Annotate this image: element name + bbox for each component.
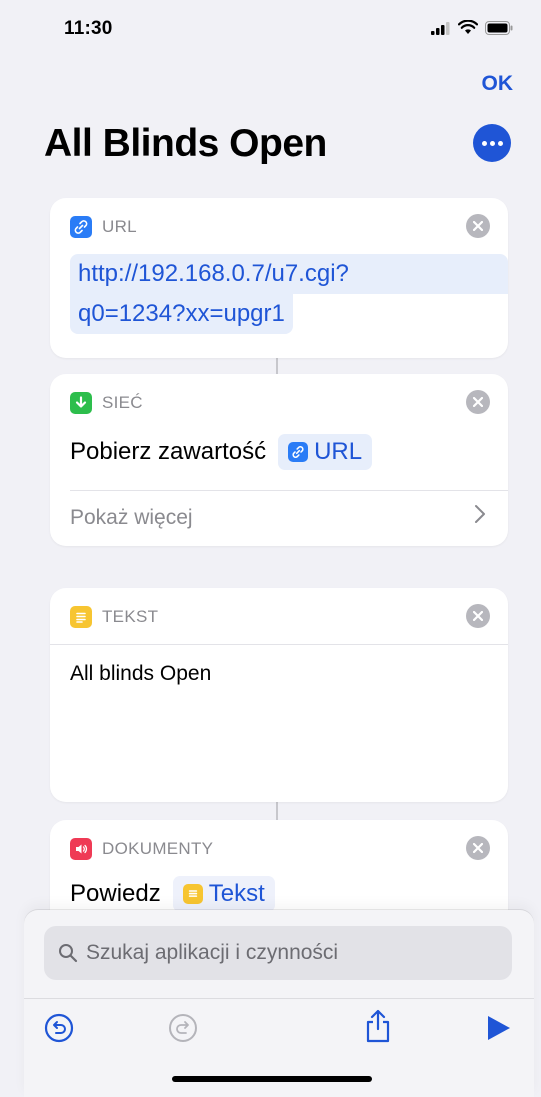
category-label: DOKUMENTY bbox=[102, 839, 214, 858]
run-button[interactable] bbox=[486, 1014, 512, 1042]
action-label: Powiedz bbox=[70, 880, 161, 907]
text-content[interactable]: All blinds Open bbox=[70, 662, 211, 686]
home-indicator bbox=[172, 1076, 372, 1082]
search-placeholder: Szukaj aplikacji i czynności bbox=[86, 941, 339, 964]
action-card-url[interactable]: URL http://192.168.0.7/u7.cgi? q0=1234?x… bbox=[50, 198, 508, 358]
remove-action-button[interactable] bbox=[466, 214, 490, 238]
category-label: SIEĆ bbox=[102, 393, 143, 412]
variable-token-url[interactable]: URL bbox=[278, 434, 373, 470]
connector-line bbox=[276, 358, 278, 374]
action-card-network[interactable]: SIEĆ Pobierz zawartość URL Pokaż więcej bbox=[50, 374, 508, 546]
variable-token-text[interactable]: Tekst bbox=[172, 876, 275, 912]
status-icons bbox=[431, 20, 513, 35]
card-header: DOKUMENTY bbox=[70, 838, 213, 860]
redo-icon bbox=[169, 1014, 197, 1042]
search-input[interactable]: Szukaj aplikacji i czynności bbox=[44, 926, 512, 980]
card-header: URL bbox=[70, 216, 137, 238]
undo-button[interactable] bbox=[44, 1013, 74, 1043]
download-icon bbox=[70, 392, 92, 414]
close-icon bbox=[473, 843, 483, 853]
undo-icon bbox=[44, 1013, 74, 1043]
text-icon bbox=[182, 884, 203, 904]
search-icon bbox=[59, 944, 78, 963]
card-header: TEKST bbox=[70, 606, 158, 628]
battery-icon bbox=[485, 20, 513, 35]
remove-action-button[interactable] bbox=[466, 390, 490, 414]
share-icon bbox=[366, 1009, 390, 1043]
wifi-icon bbox=[458, 20, 478, 34]
close-icon bbox=[473, 221, 483, 231]
remove-action-button[interactable] bbox=[466, 604, 490, 628]
close-icon bbox=[473, 611, 483, 621]
category-label: URL bbox=[102, 217, 137, 236]
status-time: 11:30 bbox=[64, 18, 113, 39]
share-button[interactable] bbox=[364, 1008, 392, 1044]
ok-button[interactable]: OK bbox=[482, 72, 514, 96]
play-icon bbox=[488, 1016, 510, 1040]
divider bbox=[70, 490, 508, 491]
divider bbox=[50, 644, 508, 645]
action-row: Pobierz zawartość URL bbox=[70, 434, 373, 470]
connector-line bbox=[276, 802, 278, 822]
show-more-button[interactable]: Pokaż więcej bbox=[70, 506, 193, 530]
signal-icon bbox=[431, 21, 450, 35]
action-label: Pobierz zawartość bbox=[70, 438, 267, 465]
more-options-button[interactable] bbox=[473, 124, 511, 162]
link-icon bbox=[288, 442, 309, 462]
url-field-line2[interactable]: q0=1234?xx=upgr1 bbox=[70, 294, 293, 334]
link-icon bbox=[70, 216, 92, 238]
text-icon bbox=[70, 606, 92, 628]
variable-label: Tekst bbox=[208, 880, 265, 907]
chevron-right-icon bbox=[474, 504, 486, 530]
action-row: Powiedz Tekst bbox=[70, 876, 275, 912]
category-label: TEKST bbox=[102, 607, 159, 626]
more-icon bbox=[481, 140, 487, 146]
speaker-icon bbox=[70, 838, 92, 860]
divider bbox=[24, 998, 534, 999]
url-field-line1[interactable]: http://192.168.0.7/u7.cgi? bbox=[70, 254, 508, 294]
action-search-panel: Szukaj aplikacji i czynności bbox=[24, 910, 534, 1097]
card-header: SIEĆ bbox=[70, 392, 143, 414]
close-icon bbox=[473, 397, 483, 407]
remove-action-button[interactable] bbox=[466, 836, 490, 860]
variable-label: URL bbox=[314, 438, 363, 465]
action-card-text[interactable]: TEKST All blinds Open bbox=[50, 588, 508, 802]
redo-button[interactable] bbox=[168, 1013, 198, 1043]
page-title[interactable]: All Blinds Open bbox=[44, 122, 327, 166]
